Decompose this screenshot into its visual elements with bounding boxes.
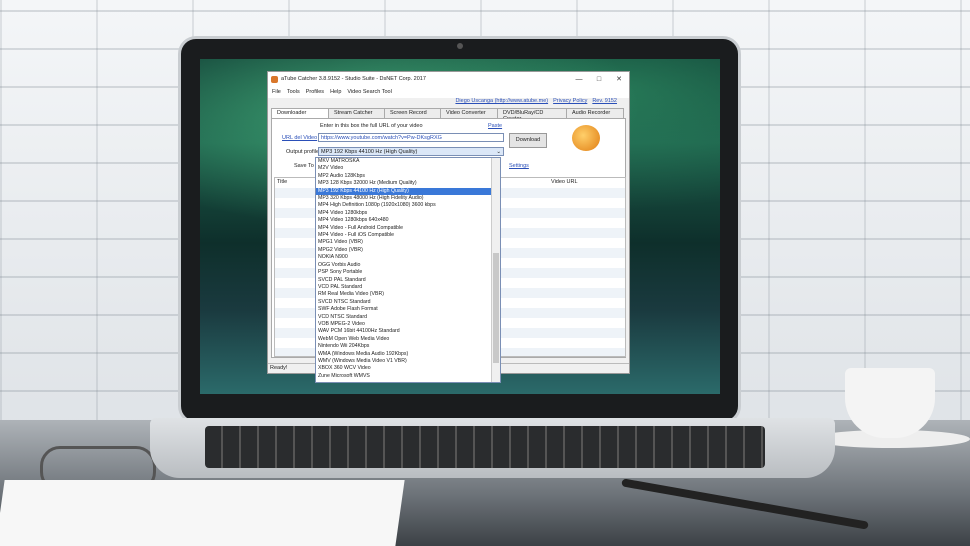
chevron-down-icon: ⌄ [496,149,501,155]
profile-option[interactable]: MP4 Video - Full iOS Compatible [316,232,500,239]
url-input[interactable]: https://www.youtube.com/watch?v=Pw-DKsgR… [318,133,504,142]
profile-option[interactable]: WebM Open Web Media Video [316,336,500,343]
profile-option[interactable]: MP2 Audio 128Kbps [316,173,500,180]
profile-option[interactable]: NOKIA N900 [316,254,500,261]
output-profile-label: Output profile [286,149,320,155]
profile-option[interactable]: VCD NTSC Standard [316,314,500,321]
atube-logo-icon [572,125,600,151]
profile-option[interactable]: VCD PAL Standard [316,284,500,291]
url-label[interactable]: URL del Video [282,135,317,141]
menu-video-search-tool[interactable]: Video Search Tool [347,89,391,95]
profile-option[interactable]: MP3 128 Kbps 32000 Hz (Medium Quality) [316,180,500,187]
profile-option[interactable]: PSP Sony Portable [316,269,500,276]
save-to-label: Save To [294,163,314,169]
menu-tools[interactable]: Tools [287,89,300,95]
notebook [0,480,405,546]
url-hint: Enter in this box the full URL of your v… [320,123,423,129]
profile-option[interactable]: MKV MATROSKA [316,158,500,165]
webcam [457,43,463,49]
profile-option[interactable]: Nintendo Wii 204Kbps [316,343,500,350]
header-links: Diego Uscanga (http://www.atube.me) Priv… [455,98,617,104]
maximize-button[interactable]: □ [589,76,609,83]
menu-file[interactable]: File [272,89,281,95]
laptop-keyboard [205,426,765,468]
profile-option[interactable]: MP3 192 Kbps 44100 Hz (High Quality) [316,187,500,196]
column-video-url[interactable]: Video URL [551,179,578,185]
profile-options: MKV MATROSKA M2V Video MP2 Audio 128Kbps MP… [316,158,500,380]
author-link[interactable]: Diego Uscanga (http://www.atube.me) [455,98,548,104]
paste-link[interactable]: Paste [488,123,502,129]
dropdown-scrollbar[interactable] [491,158,500,382]
profile-option[interactable]: MP4 Video 1280kbps [316,210,500,217]
profile-option[interactable]: WMV (Windows Media Video V1 VBR) [316,358,500,365]
output-profile-select[interactable]: MP3 192 Kbps 44100 Hz (High Quality) ⌄ [318,147,504,156]
profile-option[interactable]: MP4 High Definition 1080p (1920x1080) 36… [316,202,500,209]
profile-option[interactable]: XBOX 360 WCV Video [316,365,500,372]
profile-option[interactable]: MP4 Video - Full Android Compatible [316,225,500,232]
app-icon [271,75,278,83]
revision-link[interactable]: Rev. 9152 [592,98,617,104]
profile-option[interactable]: MPG1 Video (VBR) [316,239,500,246]
profile-dropdown-list[interactable]: MKV MATROSKA M2V Video MP2 Audio 128Kbps MP… [315,157,501,383]
privacy-link[interactable]: Privacy Policy [553,98,587,104]
profile-option[interactable]: WAV PCM 16bit 44100Hz Standard [316,328,500,335]
menu-help[interactable]: Help [330,89,341,95]
coffee-cup [845,368,935,438]
window-title: aTube Catcher 3.8.9152 - Studio Suite - … [281,76,426,82]
profile-option[interactable]: M2V Video [316,165,500,172]
profile-option[interactable]: WMA (Windows Media Audio 192Kbps) [316,351,500,358]
profile-option[interactable]: MPG2 Video (VBR) [316,247,500,254]
column-title[interactable]: Title [277,179,287,185]
menu-bar: File Tools Profiles Help Video Search To… [268,86,629,98]
close-button[interactable]: ✕ [609,75,629,83]
scrollbar-thumb[interactable] [493,253,499,363]
profile-option[interactable]: RM Real Media Video (VBR) [316,291,500,298]
title-bar[interactable]: aTube Catcher 3.8.9152 - Studio Suite - … [268,72,629,86]
output-profile-value: MP3 192 Kbps 44100 Hz (High Quality) [321,149,418,155]
profile-option[interactable]: SWF Adobe Flash Format [316,306,500,313]
profile-option[interactable]: SVCD NTSC Standard [316,299,500,306]
minimize-button[interactable]: — [569,76,589,83]
profile-option[interactable]: MP3 320 Kbps 48000 Hz (High Fidelity Aud… [316,195,500,202]
profile-option[interactable]: Zune Microsoft WMVS [316,373,500,380]
profile-option[interactable]: OGG Vorbis Audio [316,262,500,269]
profile-option[interactable]: SVCD PAL Standard [316,277,500,284]
settings-link[interactable]: Settings [509,163,529,169]
url-input-value: https://www.youtube.com/watch?v=Pw-DKsgR… [321,135,442,141]
menu-profiles[interactable]: Profiles [306,89,324,95]
download-button[interactable]: Download [509,133,547,148]
profile-option[interactable]: MP4 Video 1280kbps 640x480 [316,217,500,224]
profile-option[interactable]: VOB MPEG-2 Video [316,321,500,328]
